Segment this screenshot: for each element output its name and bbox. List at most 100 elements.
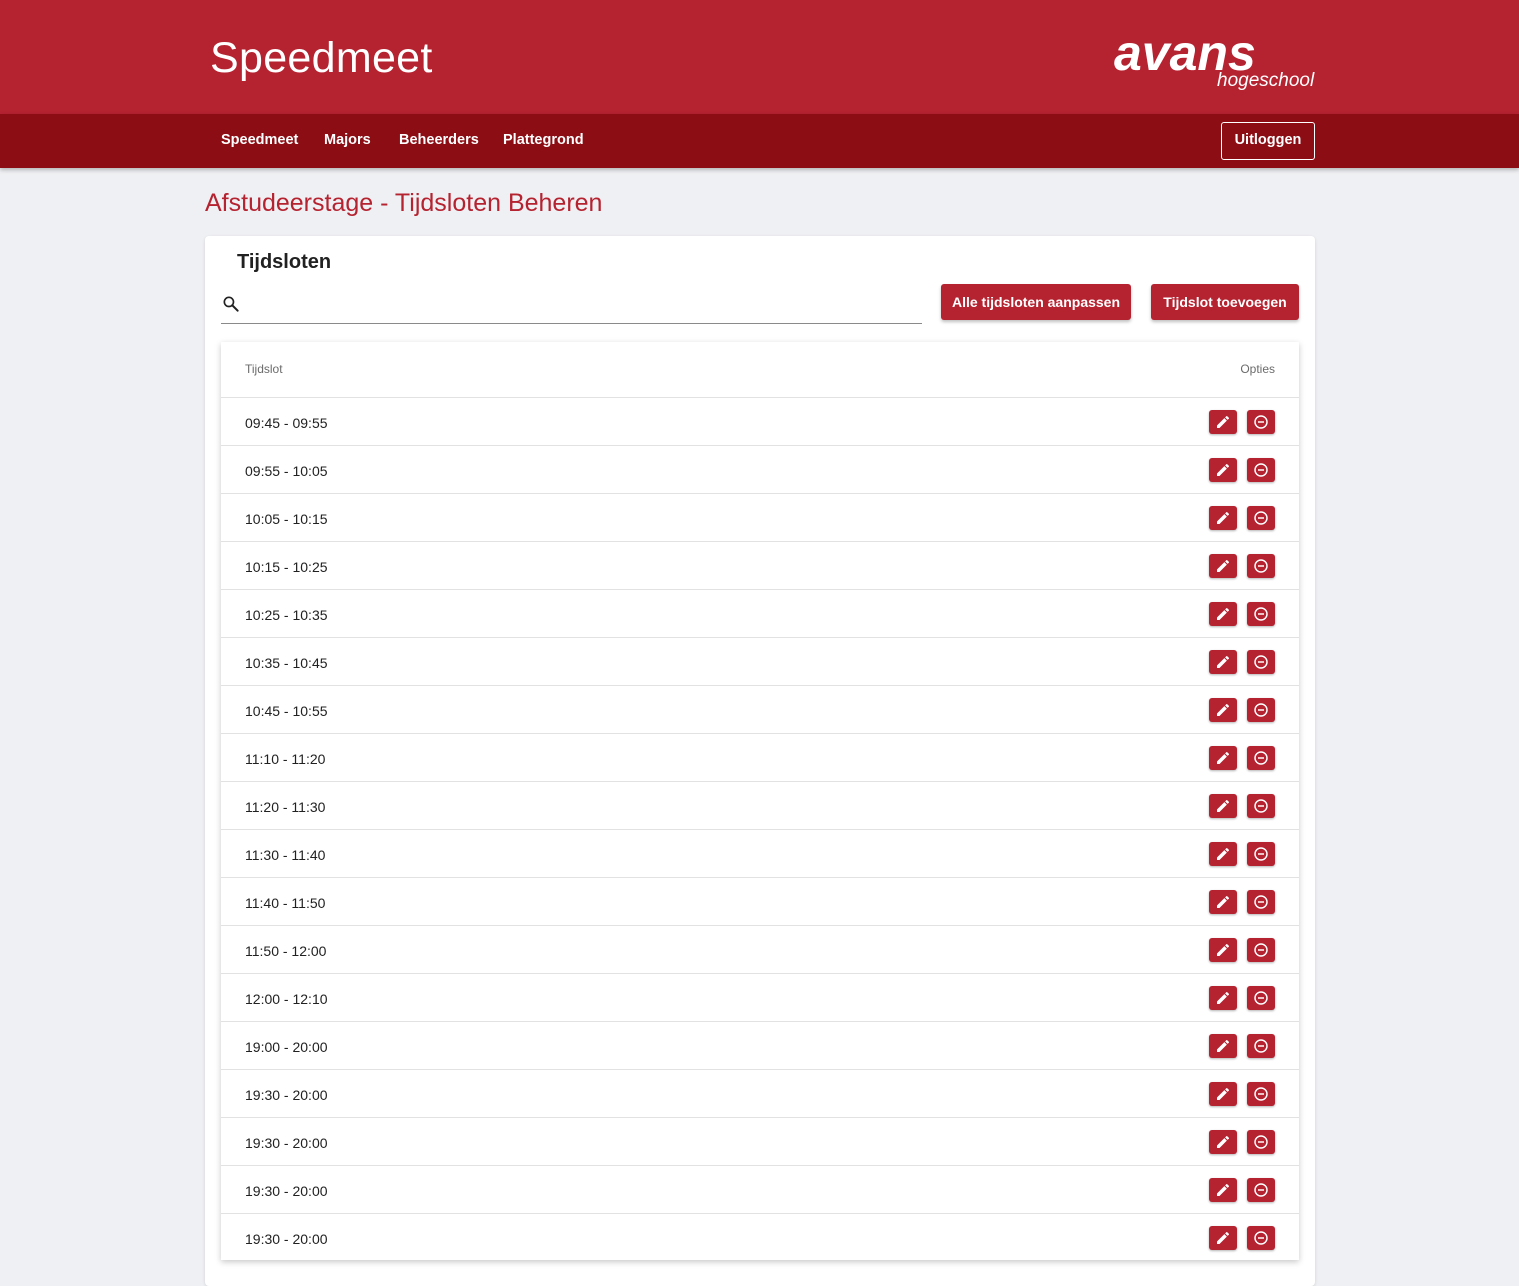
timeslot-label: 19:30 - 20:00 xyxy=(245,1183,328,1199)
delete-button[interactable] xyxy=(1247,1034,1275,1058)
table-row: 10:15 - 10:25 xyxy=(221,541,1299,589)
delete-button[interactable] xyxy=(1247,602,1275,626)
edit-button[interactable] xyxy=(1209,1226,1237,1250)
edit-button[interactable] xyxy=(1209,794,1237,818)
delete-button[interactable] xyxy=(1247,1226,1275,1250)
timeslots-table: Tijdslot Opties 09:45 - 09:55 09:55 - 10… xyxy=(221,342,1299,1260)
table-row: 11:20 - 11:30 xyxy=(221,781,1299,829)
delete-button[interactable] xyxy=(1247,1082,1275,1106)
table-row: 10:35 - 10:45 xyxy=(221,637,1299,685)
edit-button[interactable] xyxy=(1209,890,1237,914)
table-row: 11:30 - 11:40 xyxy=(221,829,1299,877)
timeslot-label: 09:55 - 10:05 xyxy=(245,463,328,479)
column-header-opties: Opties xyxy=(1240,362,1275,376)
edit-button[interactable] xyxy=(1209,602,1237,626)
edit-button[interactable] xyxy=(1209,1034,1237,1058)
pencil-icon xyxy=(1217,1183,1230,1196)
table-row: 11:50 - 12:00 xyxy=(221,925,1299,973)
remove-circle-icon xyxy=(1254,943,1268,957)
timeslot-label: 19:30 - 20:00 xyxy=(245,1231,328,1247)
pencil-icon xyxy=(1217,1231,1230,1244)
remove-circle-icon xyxy=(1254,799,1268,813)
edit-button[interactable] xyxy=(1209,458,1237,482)
header-banner: Speedmeet avans hogeschool xyxy=(0,0,1519,114)
remove-circle-icon xyxy=(1254,895,1268,909)
table-row: 10:45 - 10:55 xyxy=(221,685,1299,733)
delete-button[interactable] xyxy=(1247,842,1275,866)
table-row: 19:00 - 20:00 xyxy=(221,1021,1299,1069)
nav-item-speedmeet[interactable]: Speedmeet xyxy=(221,114,298,168)
edit-button[interactable] xyxy=(1209,938,1237,962)
logo-sub-text: hogeschool xyxy=(1217,70,1315,91)
edit-button[interactable] xyxy=(1209,650,1237,674)
pencil-icon xyxy=(1217,847,1230,860)
remove-circle-icon xyxy=(1254,559,1268,573)
nav-item-beheerders[interactable]: Beheerders xyxy=(399,114,479,168)
table-row: 09:55 - 10:05 xyxy=(221,445,1299,493)
remove-circle-icon xyxy=(1254,1183,1268,1197)
timeslot-label: 10:15 - 10:25 xyxy=(245,559,328,575)
delete-button[interactable] xyxy=(1247,458,1275,482)
pencil-icon xyxy=(1217,607,1230,620)
delete-button[interactable] xyxy=(1247,986,1275,1010)
delete-button[interactable] xyxy=(1247,794,1275,818)
delete-button[interactable] xyxy=(1247,1130,1275,1154)
edit-button[interactable] xyxy=(1209,986,1237,1010)
main-navbar: Speedmeet Majors Beheerders Plattegrond … xyxy=(0,114,1519,168)
edit-button[interactable] xyxy=(1209,746,1237,770)
remove-circle-icon xyxy=(1254,703,1268,717)
pencil-icon xyxy=(1217,751,1230,764)
edit-button[interactable] xyxy=(1209,554,1237,578)
search-input[interactable] xyxy=(251,290,911,318)
nav-item-plattegrond[interactable]: Plattegrond xyxy=(503,114,584,168)
table-row: 12:00 - 12:10 xyxy=(221,973,1299,1021)
remove-circle-icon xyxy=(1254,655,1268,669)
remove-circle-icon xyxy=(1254,1087,1268,1101)
edit-button[interactable] xyxy=(1209,1082,1237,1106)
search-icon xyxy=(223,296,239,312)
edit-button[interactable] xyxy=(1209,506,1237,530)
edit-button[interactable] xyxy=(1209,410,1237,434)
timeslot-label: 10:25 - 10:35 xyxy=(245,607,328,623)
remove-circle-icon xyxy=(1254,511,1268,525)
delete-button[interactable] xyxy=(1247,890,1275,914)
delete-button[interactable] xyxy=(1247,554,1275,578)
timeslot-label: 19:30 - 20:00 xyxy=(245,1135,328,1151)
edit-button[interactable] xyxy=(1209,1130,1237,1154)
delete-button[interactable] xyxy=(1247,506,1275,530)
delete-button[interactable] xyxy=(1247,746,1275,770)
delete-button[interactable] xyxy=(1247,650,1275,674)
delete-button[interactable] xyxy=(1247,1178,1275,1202)
timeslot-label: 19:30 - 20:00 xyxy=(245,1087,328,1103)
pencil-icon xyxy=(1217,943,1230,956)
nav-item-majors[interactable]: Majors xyxy=(324,114,371,168)
timeslot-label: 11:40 - 11:50 xyxy=(245,895,326,911)
app-title: Speedmeet xyxy=(210,34,433,82)
avans-logo: avans hogeschool xyxy=(1110,28,1314,98)
remove-circle-icon xyxy=(1254,1231,1268,1245)
remove-circle-icon xyxy=(1254,607,1268,621)
timeslot-label: 11:50 - 12:00 xyxy=(245,943,327,959)
edit-button[interactable] xyxy=(1209,842,1237,866)
timeslot-label: 10:05 - 10:15 xyxy=(245,511,328,527)
pencil-icon xyxy=(1217,511,1230,524)
edit-all-timeslots-button[interactable]: Alle tijdsloten aanpassen xyxy=(941,284,1131,320)
card-title: Tijdsloten xyxy=(237,251,332,273)
delete-button[interactable] xyxy=(1247,698,1275,722)
add-timeslot-button[interactable]: Tijdslot toevoegen xyxy=(1151,284,1299,320)
table-row: 09:45 - 09:55 xyxy=(221,397,1299,445)
timeslot-label: 19:00 - 20:00 xyxy=(245,1039,328,1055)
remove-circle-icon xyxy=(1254,415,1268,429)
table-row: 19:30 - 20:00 xyxy=(221,1213,1299,1261)
delete-button[interactable] xyxy=(1247,938,1275,962)
timeslot-label: 11:20 - 11:30 xyxy=(245,799,326,815)
table-row: 19:30 - 20:00 xyxy=(221,1069,1299,1117)
edit-button[interactable] xyxy=(1209,698,1237,722)
edit-button[interactable] xyxy=(1209,1178,1237,1202)
logout-button[interactable]: Uitloggen xyxy=(1221,122,1315,160)
pencil-icon xyxy=(1217,415,1230,428)
pencil-icon xyxy=(1217,991,1230,1004)
pencil-icon xyxy=(1217,895,1230,908)
delete-button[interactable] xyxy=(1247,410,1275,434)
remove-circle-icon xyxy=(1254,1039,1268,1053)
